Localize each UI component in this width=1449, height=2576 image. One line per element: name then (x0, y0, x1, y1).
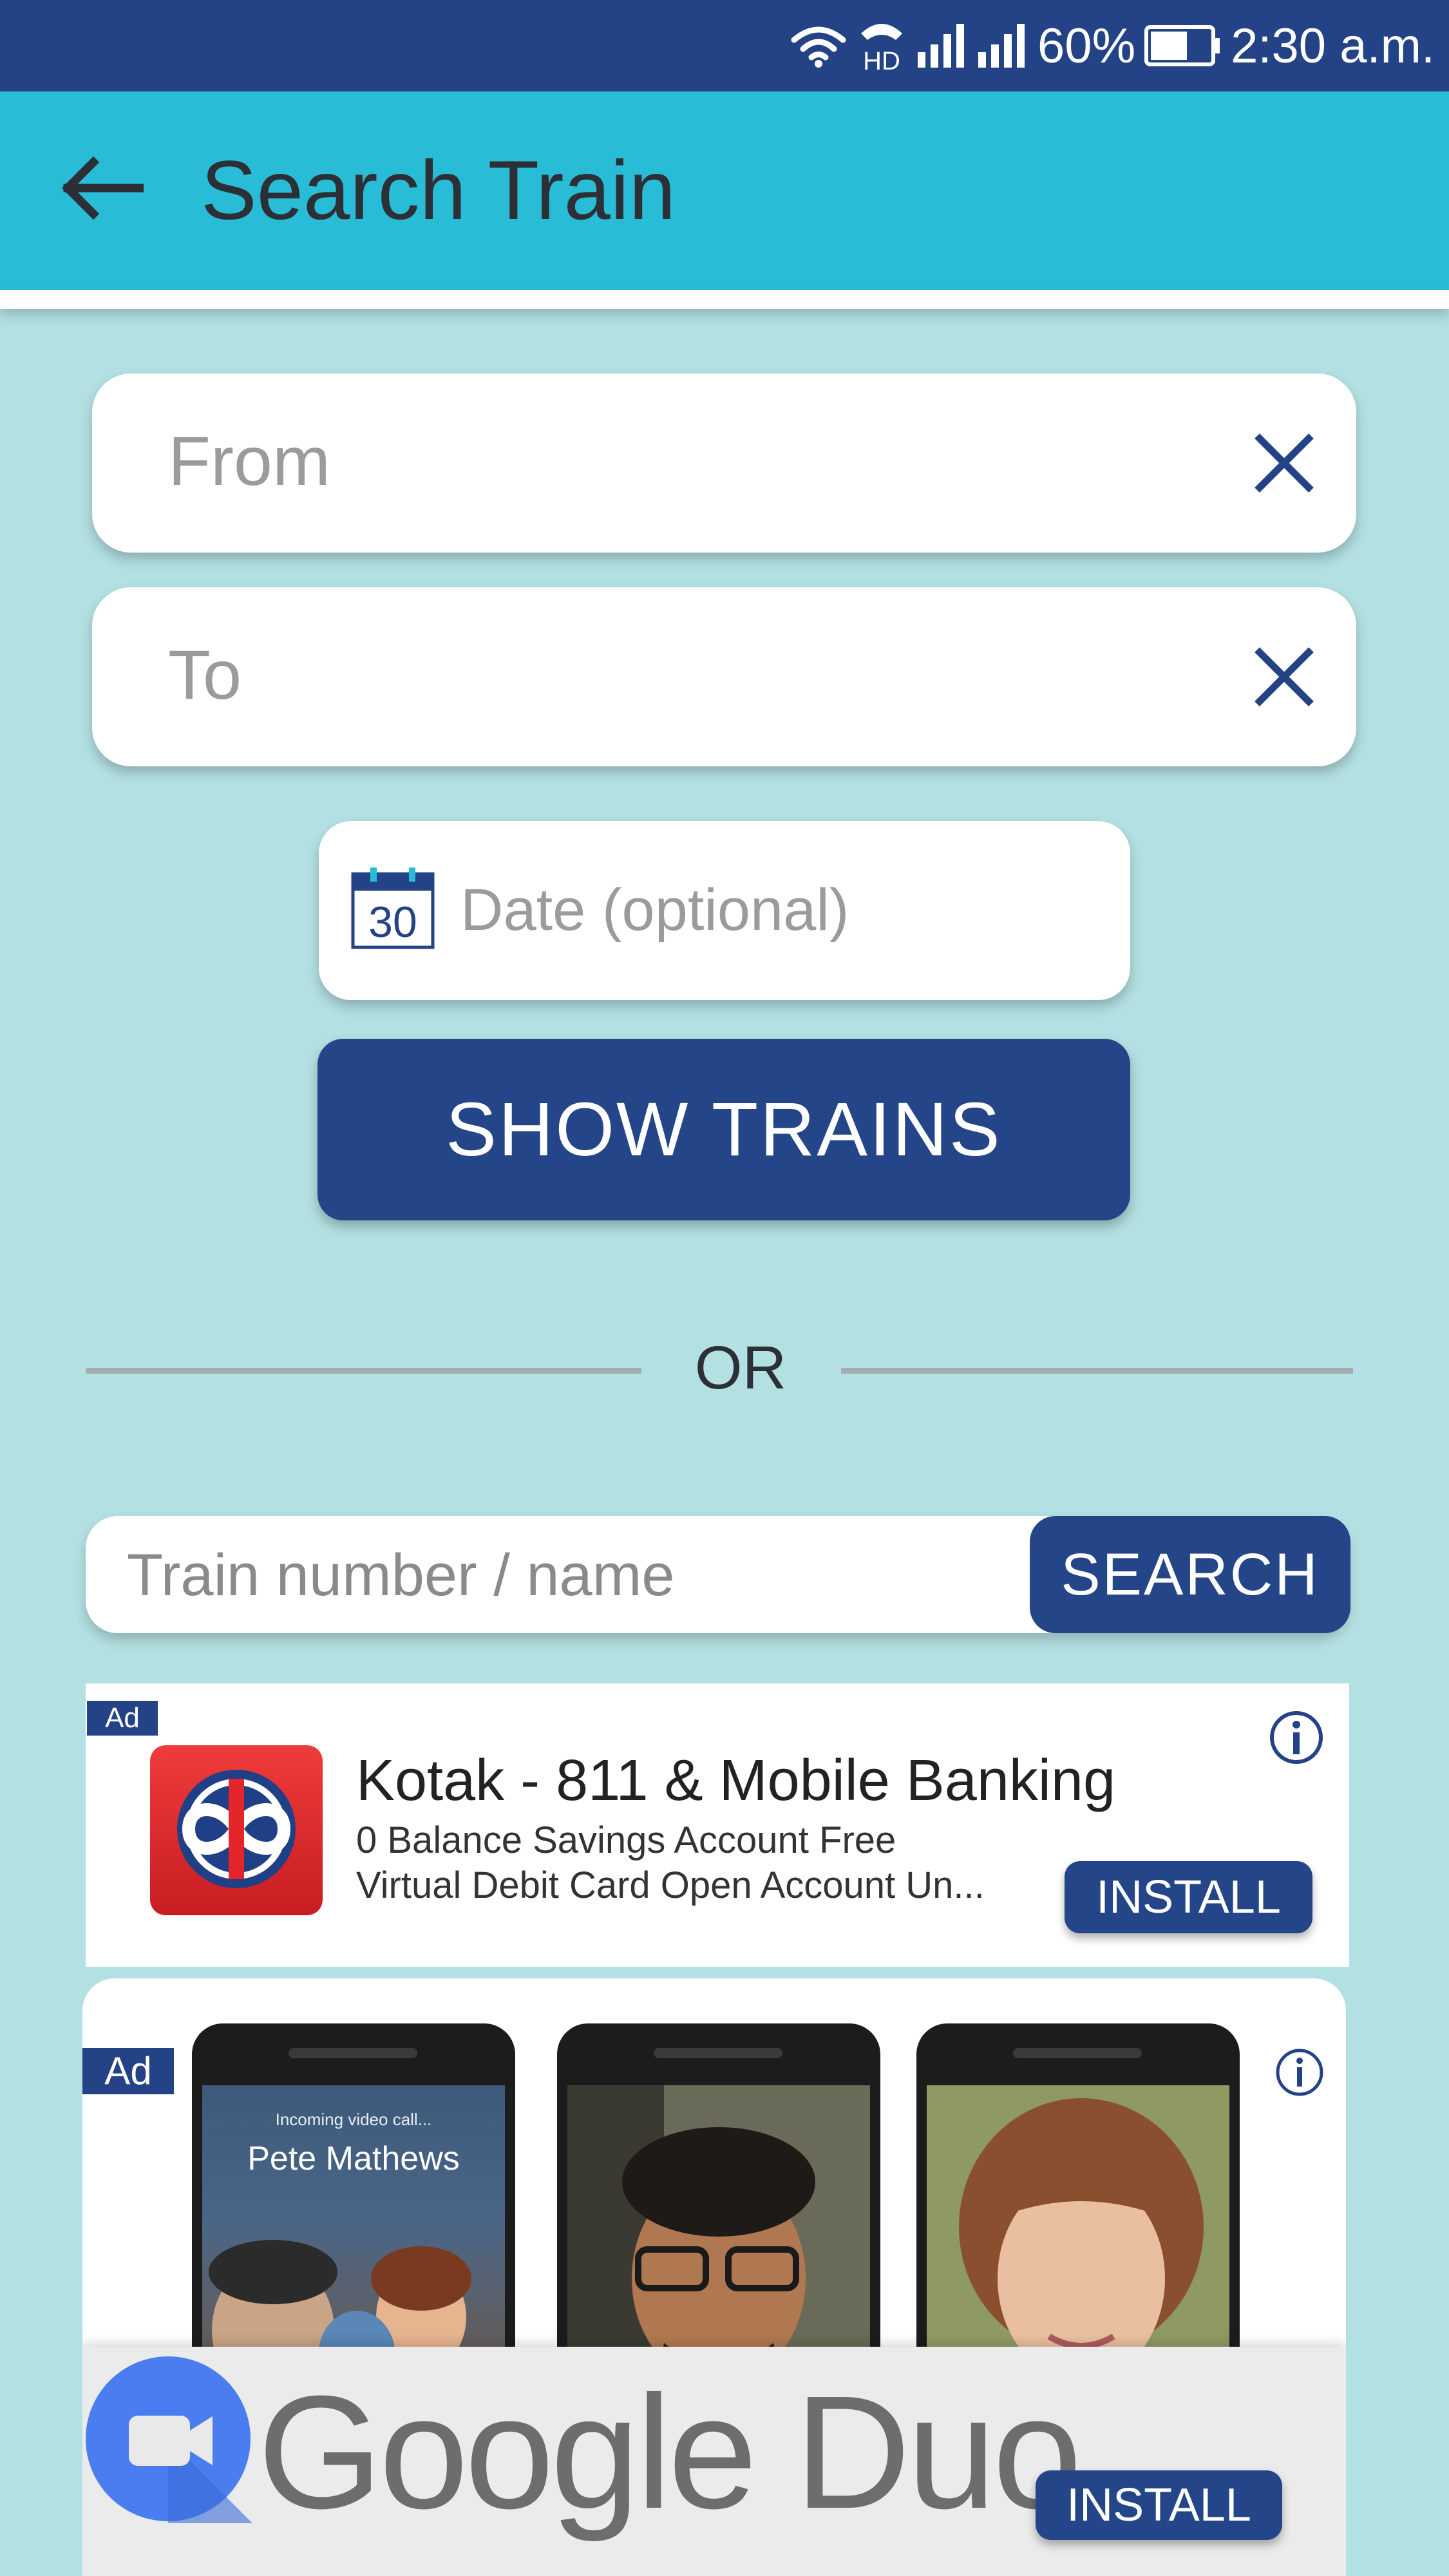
caller-name: Pete Mathews (247, 2140, 460, 2177)
show-trains-button[interactable]: SHOW TRAINS (317, 1039, 1130, 1220)
calendar-icon: 30 (351, 867, 435, 949)
ad-badge: Ad (82, 2048, 174, 2094)
date-input[interactable] (460, 858, 1104, 961)
install-button[interactable]: INSTALL (1065, 1861, 1312, 1933)
battery-icon (1144, 25, 1222, 66)
signal-icon-2 (977, 23, 1028, 69)
woman-face-image (927, 2085, 1229, 2384)
divider-left (86, 1368, 641, 1374)
calendar-day: 30 (368, 898, 417, 947)
arrow-left-icon (61, 156, 144, 220)
ad-description-line1: 0 Balance Savings Account Free (356, 1819, 896, 1861)
to-field-container (92, 587, 1356, 766)
phone-screenshot-call: Incoming video call... Pete Mathews (192, 2023, 515, 2384)
info-icon[interactable] (1268, 1709, 1325, 1766)
video-call-image (209, 2240, 471, 2384)
from-field-container (92, 374, 1356, 553)
train-search-input[interactable] (127, 1530, 1074, 1620)
to-input[interactable] (168, 620, 1198, 729)
or-label: OR (694, 1334, 787, 1402)
battery-percent: 60% (1037, 18, 1136, 73)
phone-speaker (654, 2048, 782, 2058)
ad-badge: Ad (87, 1701, 158, 1736)
status-bar: HD 60% 2:30 a.m. (0, 0, 1449, 91)
phone-screenshot-woman (916, 2023, 1240, 2384)
ad-banner-kotak[interactable]: Ad Kotak - 811 & Mobile Banking 0 Balanc… (86, 1683, 1349, 1967)
divider-right (841, 1368, 1353, 1374)
wifi-icon (790, 23, 847, 68)
close-icon (1255, 647, 1314, 706)
back-button[interactable] (57, 153, 147, 223)
app-bar: Search Train (0, 91, 1449, 309)
kotak-app-icon[interactable] (150, 1745, 323, 1915)
install-button[interactable]: INSTALL (1036, 2470, 1282, 2540)
google-duo-banner: Google Duo INSTALL (82, 2347, 1346, 2576)
clock: 2:30 a.m. (1231, 18, 1435, 73)
hd-call-icon: HD (856, 17, 907, 75)
google-duo-wordmark: Google Duo (258, 2362, 1082, 2542)
google-duo-logo-icon (86, 2356, 252, 2523)
ad-title: Kotak - 811 & Mobile Banking (356, 1748, 1116, 1813)
ad-description-line2: Virtual Debit Card Open Account Un... (356, 1864, 985, 1906)
train-search-container: SEARCH (86, 1516, 1350, 1633)
ad-banner-google-duo[interactable]: Ad Incoming video call... Pete Mathews G… (82, 1978, 1346, 2576)
phone-screenshot-man (557, 2023, 880, 2384)
from-input[interactable] (168, 406, 1198, 515)
search-button[interactable]: SEARCH (1030, 1516, 1350, 1633)
close-icon (1255, 433, 1314, 493)
man-face-image (567, 2085, 870, 2384)
clear-to-button[interactable] (1245, 638, 1323, 715)
page-title: Search Train (201, 143, 676, 237)
signal-icon (916, 23, 968, 69)
phone-screen (567, 2085, 870, 2384)
phone-speaker (289, 2048, 417, 2058)
phone-screen (927, 2085, 1229, 2384)
date-field-container[interactable]: 30 (319, 821, 1130, 1000)
info-icon[interactable] (1274, 2047, 1325, 2098)
phone-screen: Incoming video call... Pete Mathews (202, 2085, 505, 2384)
clear-from-button[interactable] (1245, 424, 1323, 502)
phone-speaker (1013, 2048, 1142, 2058)
call-status: Incoming video call... (275, 2110, 432, 2129)
hd-label: HD (863, 47, 900, 75)
